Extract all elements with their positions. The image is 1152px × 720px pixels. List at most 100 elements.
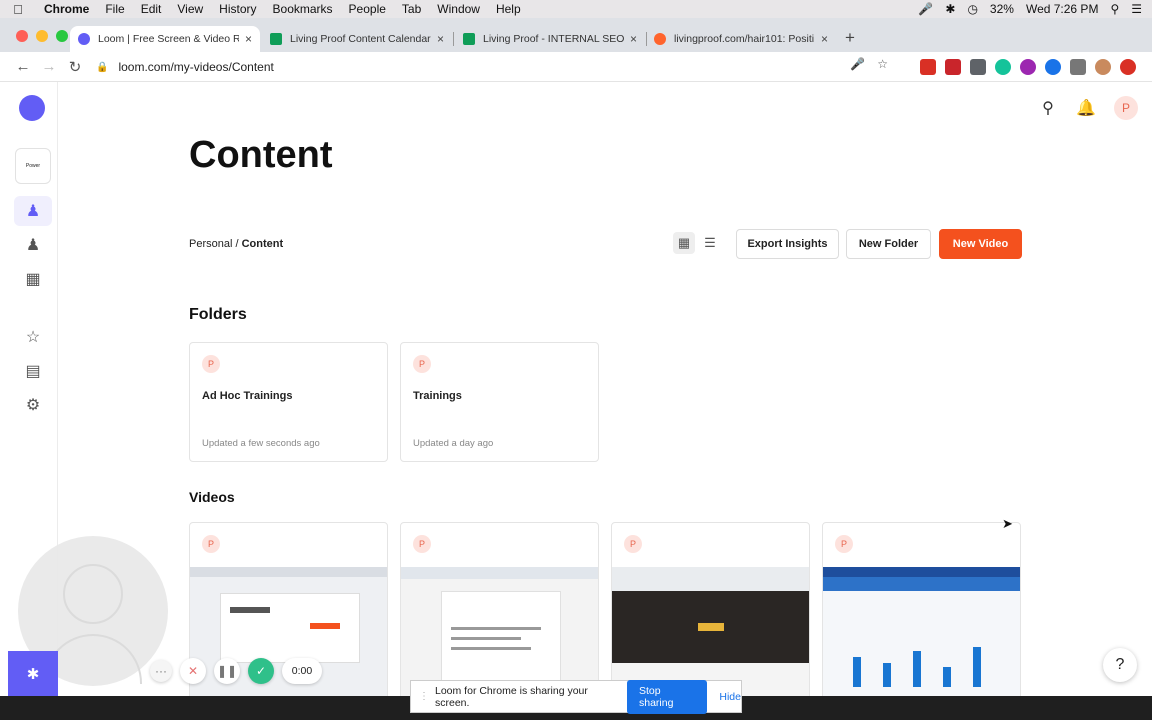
top-right-actions: ⚲ 🔔 P bbox=[1038, 96, 1138, 120]
extension-grey-icon[interactable] bbox=[970, 59, 986, 75]
extension-red-icon[interactable] bbox=[920, 59, 936, 75]
sidebar-item-archive[interactable]: ▤ bbox=[14, 356, 52, 386]
menu-tab[interactable]: Tab bbox=[394, 2, 429, 16]
sidebar-item-team[interactable]: ♟ bbox=[14, 230, 52, 260]
video-card[interactable]: P bbox=[400, 522, 599, 696]
reload-icon[interactable]: ↻ bbox=[62, 58, 88, 76]
bluetooth-icon[interactable]: ✱ bbox=[945, 2, 955, 16]
lock-icon[interactable]: 🔒 bbox=[96, 62, 108, 73]
menu-history[interactable]: History bbox=[211, 2, 264, 16]
share-message: Loom for Chrome is sharing your screen. bbox=[435, 684, 588, 709]
search-icon[interactable]: ⚲ bbox=[1038, 98, 1058, 118]
loom-icon bbox=[78, 33, 90, 45]
new-folder-button[interactable]: New Folder bbox=[846, 229, 931, 259]
close-icon[interactable]: × bbox=[437, 32, 444, 46]
gear-icon: ⚙ bbox=[25, 397, 41, 414]
folder-card[interactable]: P Ad Hoc Trainings Updated a few seconds… bbox=[189, 342, 388, 462]
folder-updated: Updated a few seconds ago bbox=[202, 438, 320, 449]
folder-name[interactable]: Ad Hoc Trainings bbox=[202, 390, 292, 402]
menu-app-name[interactable]: Chrome bbox=[36, 2, 97, 16]
menu-edit[interactable]: Edit bbox=[133, 2, 170, 16]
url-text[interactable]: loom.com/my-videos/Content bbox=[118, 60, 273, 74]
back-arrow-icon[interactable]: ← bbox=[10, 58, 36, 75]
tab-label: Loom | Free Screen & Video Re bbox=[98, 33, 239, 45]
breadcrumb-parent[interactable]: Personal bbox=[189, 238, 232, 250]
wifi-icon[interactable]: ◷ bbox=[967, 2, 977, 16]
video-card[interactable]: P bbox=[822, 522, 1021, 696]
stop-sharing-button[interactable]: Stop sharing bbox=[626, 679, 708, 714]
minimize-window-button[interactable] bbox=[36, 30, 48, 42]
tab-label: livingproof.com/hair101: Positi bbox=[674, 33, 815, 45]
menu-people[interactable]: People bbox=[341, 2, 394, 16]
puzzle-extensions-icon[interactable] bbox=[1070, 59, 1086, 75]
sidebar-item-settings[interactable]: ⚙ bbox=[14, 390, 52, 420]
cancel-recording-icon[interactable]: ✕ bbox=[180, 658, 206, 684]
owner-avatar: P bbox=[835, 535, 853, 553]
sidebar-item-favorites[interactable]: ☆ bbox=[14, 322, 52, 352]
extension-blue-icon[interactable] bbox=[1045, 59, 1061, 75]
folder-name[interactable]: Trainings bbox=[413, 390, 462, 402]
list-view-icon[interactable]: ☰ bbox=[699, 232, 721, 254]
new-tab-button[interactable]: + bbox=[845, 28, 855, 48]
folder-updated: Updated a day ago bbox=[413, 438, 494, 449]
address-bar-actions: 🎤 ☆ bbox=[850, 57, 888, 71]
color-picker-icon[interactable] bbox=[1020, 59, 1036, 75]
video-thumbnail[interactable] bbox=[401, 567, 598, 696]
owner-avatar: P bbox=[202, 355, 220, 373]
address-bar[interactable]: 🔒 loom.com/my-videos/Content bbox=[96, 56, 916, 78]
grid-view-icon[interactable]: ▦ bbox=[673, 232, 695, 254]
extension-s-icon[interactable] bbox=[945, 59, 961, 75]
workspace-switcher[interactable]: Power bbox=[15, 148, 51, 184]
clock[interactable]: Wed 7:26 PM bbox=[1026, 2, 1098, 16]
hide-button[interactable]: Hide bbox=[719, 691, 741, 703]
tab-content-calendar[interactable]: Living Proof Content Calendar × bbox=[262, 26, 452, 52]
sidebar-item-personal[interactable]: ♟ bbox=[14, 196, 52, 226]
menu-bookmarks[interactable]: Bookmarks bbox=[265, 2, 341, 16]
mouse-cursor-icon: ➤ bbox=[1002, 516, 1013, 531]
spotlight-search-icon[interactable]: ⚲ bbox=[1110, 2, 1119, 16]
tab-hair101[interactable]: livingproof.com/hair101: Positi × bbox=[646, 26, 836, 52]
tab-label: Living Proof Content Calendar bbox=[290, 33, 431, 45]
menu-file[interactable]: File bbox=[97, 2, 132, 16]
battery-percent[interactable]: 32% bbox=[990, 2, 1014, 16]
tab-internal-seo[interactable]: Living Proof - INTERNAL SEO & × bbox=[455, 26, 645, 52]
loom-logo-icon[interactable] bbox=[19, 95, 45, 121]
menu-window[interactable]: Window bbox=[429, 2, 488, 16]
new-video-button[interactable]: New Video bbox=[939, 229, 1022, 259]
more-options-icon[interactable]: ··· bbox=[150, 660, 172, 682]
close-icon[interactable]: × bbox=[821, 32, 828, 46]
sidebar-item-workspace[interactable]: ▦ bbox=[14, 264, 52, 294]
drag-handle-icon[interactable]: ⋮ bbox=[419, 691, 429, 702]
notification-center-icon[interactable]: ☰ bbox=[1131, 2, 1142, 16]
microphone-icon[interactable]: 🎤 bbox=[850, 57, 865, 71]
profile-avatar-icon[interactable] bbox=[1095, 59, 1111, 75]
apple-menu-icon[interactable]:  bbox=[0, 2, 36, 17]
avatar[interactable]: P bbox=[1114, 96, 1138, 120]
breadcrumb-separator: / bbox=[235, 238, 239, 250]
pause-icon[interactable]: ❚❚ bbox=[214, 658, 240, 684]
update-icon[interactable] bbox=[1120, 59, 1136, 75]
tab-loom[interactable]: Loom | Free Screen & Video Re × bbox=[70, 26, 260, 52]
folder-card[interactable]: P Trainings Updated a day ago bbox=[400, 342, 599, 462]
finish-recording-icon[interactable]: ✓ bbox=[248, 658, 274, 684]
bookmark-star-icon[interactable]: ☆ bbox=[877, 57, 888, 71]
bell-icon[interactable]: 🔔 bbox=[1076, 98, 1096, 118]
menu-help[interactable]: Help bbox=[488, 2, 529, 16]
forward-arrow-icon[interactable]: → bbox=[36, 58, 62, 75]
export-insights-button[interactable]: Export Insights bbox=[736, 229, 839, 259]
grammarly-icon[interactable] bbox=[995, 59, 1011, 75]
menu-view[interactable]: View bbox=[169, 2, 211, 16]
zoom-window-button[interactable] bbox=[56, 30, 68, 42]
close-window-button[interactable] bbox=[16, 30, 28, 42]
help-button[interactable]: ? bbox=[1103, 648, 1137, 682]
microphone-icon[interactable]: 🎤 bbox=[918, 2, 933, 16]
close-icon[interactable]: × bbox=[630, 32, 637, 46]
video-thumbnail[interactable] bbox=[823, 567, 1020, 696]
owner-avatar: P bbox=[413, 355, 431, 373]
breadcrumb-current: Content bbox=[241, 238, 284, 250]
menubar-status-area: 🎤 ✱ ◷ 32% Wed 7:26 PM ⚲ ☰ bbox=[918, 2, 1152, 16]
video-thumbnail[interactable] bbox=[612, 567, 809, 696]
close-icon[interactable]: × bbox=[245, 32, 252, 46]
loom-recorder-icon[interactable]: ✱ bbox=[8, 651, 58, 696]
video-card[interactable]: P bbox=[611, 522, 810, 696]
